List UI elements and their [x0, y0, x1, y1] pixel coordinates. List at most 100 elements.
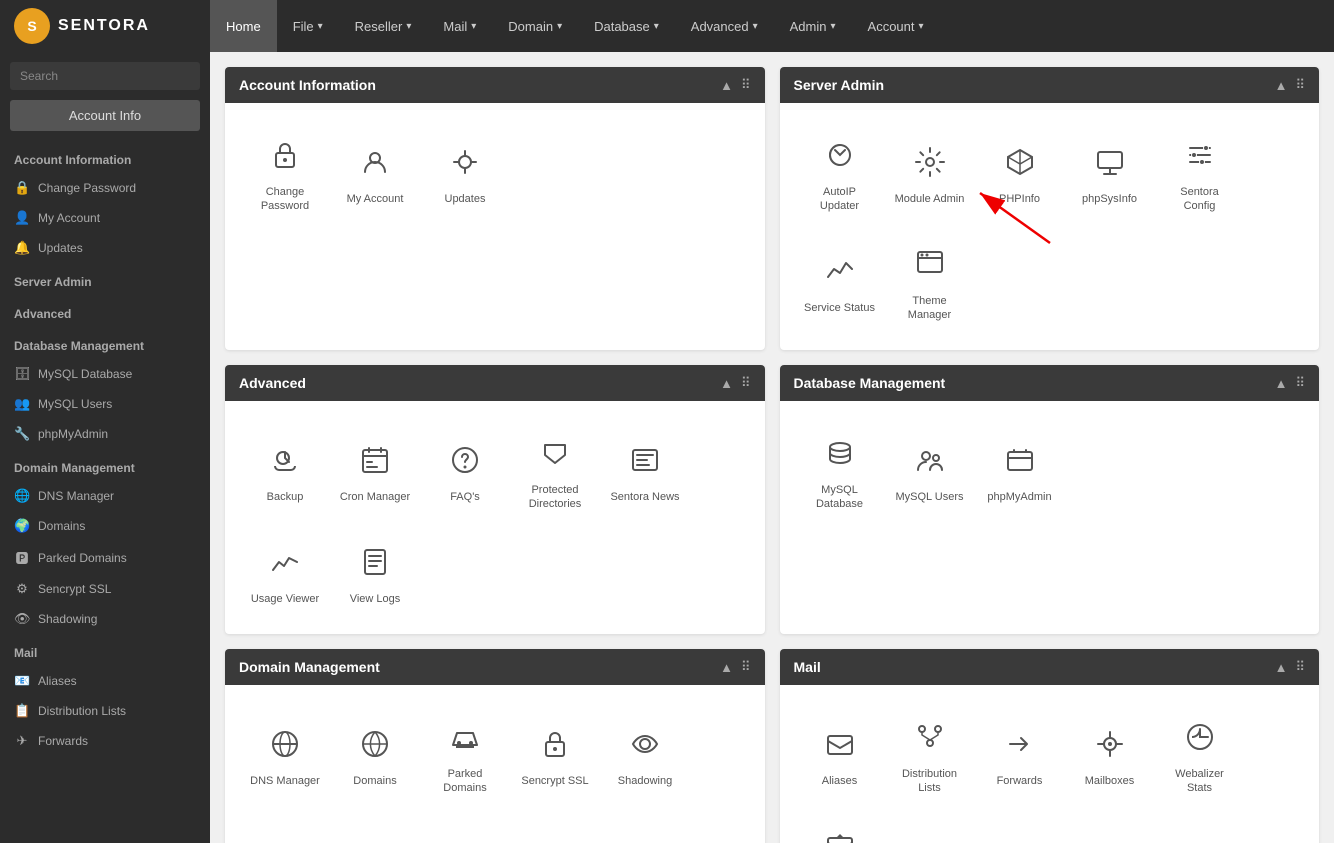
- sidebar-item-mysql-users[interactable]: 👥MySQL Users: [0, 389, 210, 419]
- panel-item-phpsysinfo[interactable]: phpSysInfo: [1070, 123, 1150, 222]
- sidebar-item-distribution-lists[interactable]: 📋Distribution Lists: [0, 696, 210, 726]
- panel-item-module-admin[interactable]: Module Admin: [890, 123, 970, 222]
- account-info-button[interactable]: Account Info: [10, 100, 200, 131]
- panel-label-webalizer-stats: Webalizer Stats: [1164, 767, 1236, 796]
- panel-label-phpmyadmin: phpMyAdmin: [987, 490, 1051, 504]
- grid-icon[interactable]: ⠿: [1295, 77, 1305, 93]
- sidebar-item-mysql-database[interactable]: 🗄MySQL Database: [0, 359, 210, 389]
- collapse-icon[interactable]: ▲: [720, 376, 733, 391]
- grid-icon[interactable]: ⠿: [1295, 375, 1305, 391]
- panel-icon-forwards: [996, 720, 1044, 768]
- nav-item-file[interactable]: File ▾: [277, 0, 339, 52]
- nav-item-domain[interactable]: Domain ▾: [492, 0, 578, 52]
- panel-item-phpmyadmin[interactable]: phpMyAdmin: [980, 421, 1060, 520]
- sidebar-label-aliases: Aliases: [38, 674, 77, 688]
- panel-icon-backup: [261, 436, 309, 484]
- sidebar-item-parked-domains[interactable]: 🅿 Parked Domains: [0, 541, 210, 574]
- panel-item-protected-directories[interactable]: Protected Directories: [515, 421, 595, 520]
- collapse-icon[interactable]: ▲: [720, 78, 733, 93]
- sidebar-item-change-password[interactable]: 🔒Change Password: [0, 173, 210, 203]
- panel-label-mysql-database: MySQL Database: [804, 483, 876, 512]
- panel-item-faq's[interactable]: FAQ's: [425, 421, 505, 520]
- panel-item-domains[interactable]: Domains: [335, 705, 415, 804]
- nav-item-account[interactable]: Account ▾: [852, 0, 940, 52]
- sidebar-item-aliases[interactable]: 📧Aliases: [0, 666, 210, 696]
- collapse-icon[interactable]: ▲: [720, 660, 733, 675]
- grid-icon[interactable]: ⠿: [741, 659, 751, 675]
- sidebar-icon-parked-domains: 🅿: [14, 548, 30, 567]
- panel-label-sentora-config: Sentora Config: [1164, 185, 1236, 214]
- sidebar-item-shadowing[interactable]: 👁Shadowing: [0, 604, 210, 634]
- panel-item-sentora-config[interactable]: Sentora Config: [1160, 123, 1240, 222]
- panel-item-service-status[interactable]: Service Status: [800, 232, 880, 331]
- server-admin-panel: Server Admin ▲ ⠿ AutoIP UpdaterModule Ad…: [780, 67, 1320, 350]
- panel-icon-theme-manager: [906, 240, 954, 288]
- panel-item-view-logs[interactable]: View Logs: [335, 530, 415, 614]
- panel-item-mysql-database[interactable]: MySQL Database: [800, 421, 880, 520]
- panel-item-backup[interactable]: Backup: [245, 421, 325, 520]
- panel-item-usage-viewer[interactable]: Usage Viewer: [245, 530, 325, 614]
- sidebar-label-parked-domains: Parked Domains: [38, 551, 127, 565]
- nav-item-reseller[interactable]: Reseller ▾: [339, 0, 428, 52]
- panel-item-webmail[interactable]: WebMail: [800, 814, 880, 843]
- nav-item-admin[interactable]: Admin ▾: [774, 0, 852, 52]
- panel-item-forwards[interactable]: Forwards: [980, 705, 1060, 804]
- grid-icon[interactable]: ⠿: [1295, 659, 1305, 675]
- panel-label-mailboxes: Mailboxes: [1085, 774, 1135, 788]
- sidebar-item-updates[interactable]: 🔔Updates: [0, 233, 210, 263]
- nav-item-database[interactable]: Database ▾: [578, 0, 675, 52]
- panel-icon-view-logs: [351, 538, 399, 586]
- panel-icon-dns-manager: [261, 720, 309, 768]
- panel-label-domains: Domains: [353, 774, 396, 788]
- grid-icon[interactable]: ⠿: [741, 77, 751, 93]
- sidebar-item-phpmyadmin[interactable]: 🔧phpMyAdmin: [0, 419, 210, 449]
- panel-item-shadowing[interactable]: Shadowing: [605, 705, 685, 804]
- panel-item-distribution-lists[interactable]: Distribution Lists: [890, 705, 970, 804]
- sidebar-icon-sencrypt-ssl: ⚙: [14, 581, 30, 597]
- panel-item-autoip-updater[interactable]: AutoIP Updater: [800, 123, 880, 222]
- collapse-icon[interactable]: ▲: [1275, 78, 1288, 93]
- panel-icon-module-admin: [906, 138, 954, 186]
- panel-item-aliases[interactable]: Aliases: [800, 705, 880, 804]
- panel-item-parked-domains[interactable]: Parked Domains: [425, 705, 505, 804]
- nav-item-home[interactable]: Home: [210, 0, 277, 52]
- sidebar-icon-forwards: ✈: [14, 733, 30, 749]
- panel-item-change-password[interactable]: Change Password: [245, 123, 325, 222]
- collapse-icon[interactable]: ▲: [1275, 376, 1288, 391]
- panel-item-my-account[interactable]: My Account: [335, 123, 415, 222]
- sidebar-item-dns-manager[interactable]: 🌐DNS Manager: [0, 481, 210, 511]
- panel-item-updates[interactable]: Updates: [425, 123, 505, 222]
- nav-item-advanced[interactable]: Advanced ▾: [675, 0, 774, 52]
- domain-management-header: Domain Management ▲ ⠿: [225, 649, 765, 685]
- panel-item-webalizer-stats[interactable]: Webalizer Stats: [1160, 705, 1240, 804]
- nav-item-mail[interactable]: Mail ▾: [427, 0, 492, 52]
- row-2: Advanced ▲ ⠿ BackupCron ManagerFAQ'sProt…: [225, 365, 1319, 634]
- panel-item-theme-manager[interactable]: Theme Manager: [890, 232, 970, 331]
- panel-item-phpinfo[interactable]: PHPInfo: [980, 123, 1060, 222]
- collapse-icon[interactable]: ▲: [1275, 660, 1288, 675]
- sidebar-item-domains[interactable]: 🌍Domains: [0, 511, 210, 541]
- panel-label-protected-directories: Protected Directories: [519, 483, 591, 512]
- sidebar-item-forwards[interactable]: ✈Forwards: [0, 726, 210, 756]
- panel-item-sentora-news[interactable]: Sentora News: [605, 421, 685, 520]
- panel-icon-webalizer-stats: [1176, 713, 1224, 761]
- panel-label-updates: Updates: [445, 192, 486, 206]
- panel-icon-sentora-config: [1176, 131, 1224, 179]
- sidebar-item-my-account[interactable]: 👤My Account: [0, 203, 210, 233]
- sidebar-item-sencrypt-ssl[interactable]: ⚙Sencrypt SSL: [0, 574, 210, 604]
- sidebar-label-phpmyadmin: phpMyAdmin: [38, 427, 108, 441]
- grid-icon[interactable]: ⠿: [741, 375, 751, 391]
- logo-icon: S: [14, 8, 50, 44]
- sidebar-icon-distribution-lists: 📋: [14, 703, 30, 719]
- panel-item-mailboxes[interactable]: Mailboxes: [1070, 705, 1150, 804]
- panel-item-dns-manager[interactable]: DNS Manager: [245, 705, 325, 804]
- panel-label-module-admin: Module Admin: [895, 192, 965, 206]
- search-input[interactable]: [10, 62, 200, 90]
- logo-text: SENTORA: [58, 17, 150, 35]
- server-admin-controls: ▲ ⠿: [1275, 77, 1305, 93]
- panel-item-mysql-users[interactable]: MySQL Users: [890, 421, 970, 520]
- panel-item-sencrypt-ssl[interactable]: Sencrypt SSL: [515, 705, 595, 804]
- panel-label-dns-manager: DNS Manager: [250, 774, 320, 788]
- panel-item-cron-manager[interactable]: Cron Manager: [335, 421, 415, 520]
- account-information-title: Account Information: [239, 77, 376, 93]
